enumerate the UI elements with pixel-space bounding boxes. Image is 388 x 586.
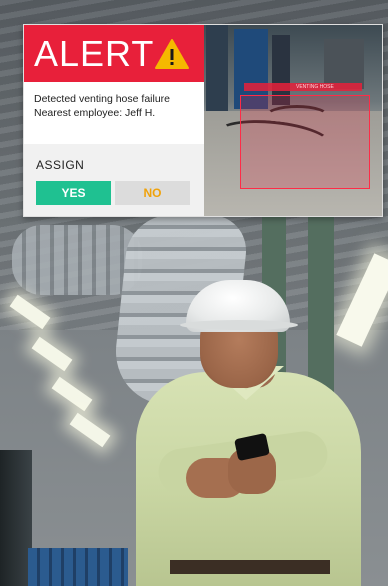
detection-label-bar: VENTING HOSE [244,83,362,91]
alert-title: ALERT [34,33,155,74]
detection-box [240,95,370,189]
alert-card: ALERT Detected venting hose failure Near… [23,24,383,217]
worker-figure [130,262,370,586]
alert-message: Detected venting hose failure Nearest em… [24,82,204,144]
assign-label: ASSIGN [36,158,85,172]
alert-panel: ALERT Detected venting hose failure Near… [24,25,204,216]
alert-header: ALERT [24,25,204,82]
worker-belt [170,560,330,574]
warning-triangle-icon [155,39,189,69]
ceiling-lights [9,294,130,465]
detection-tag: VENTING HOSE [296,84,334,90]
floor-equipment [28,548,128,586]
machinery [206,25,228,125]
yes-button[interactable]: YES [36,181,111,205]
hard-hat-brim [180,320,298,330]
nearest-employee-text: Nearest employee: Jeff H. [34,107,156,119]
no-button[interactable]: NO [115,181,190,205]
camera-feed-image: VENTING HOSE [204,25,382,216]
alert-message-line: Detected venting hose failure [34,93,171,105]
machinery [324,39,364,89]
